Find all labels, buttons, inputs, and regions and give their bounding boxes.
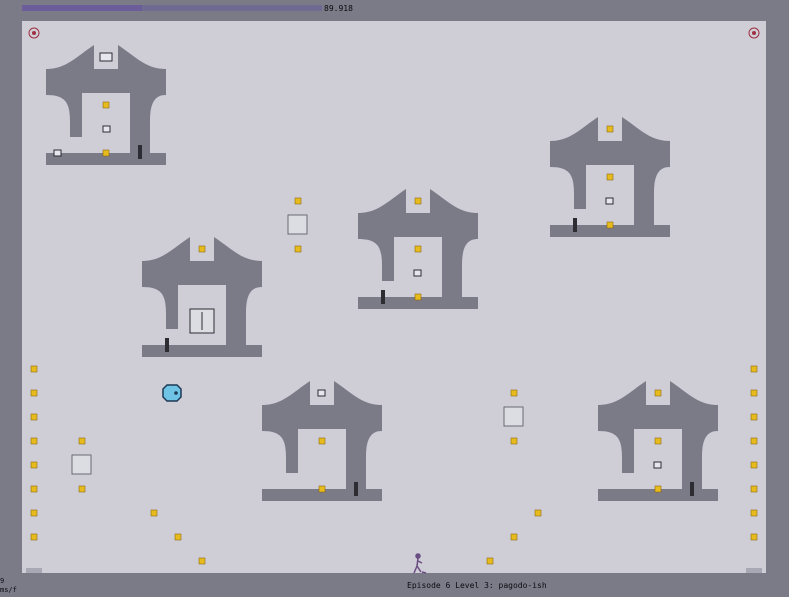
gold-icon [198, 245, 206, 253]
gold-icon [750, 365, 758, 373]
mine-icon [102, 125, 111, 133]
gold-icon [174, 533, 182, 541]
door-switch [381, 290, 385, 304]
corner-emitters [28, 27, 760, 39]
gold-icon [750, 509, 758, 517]
bounce-block [287, 214, 308, 235]
gold-icon [414, 197, 422, 205]
gold-icon [750, 389, 758, 397]
gold-icon [78, 437, 86, 445]
frame-stat-unit: ms/f [0, 586, 17, 594]
gold-icon [150, 509, 158, 517]
gold-icon [318, 485, 326, 493]
gold-icon [294, 245, 302, 253]
mine-icon [605, 197, 614, 205]
gold-icon [30, 389, 38, 397]
gold-icon [30, 413, 38, 421]
gold-icon [414, 293, 422, 301]
gold-icon [30, 533, 38, 541]
gold-icon [294, 197, 302, 205]
gold-icon [198, 557, 206, 565]
door-switch [165, 338, 169, 352]
mine-icon [317, 389, 326, 397]
gold-icon [606, 173, 614, 181]
gold-icon [654, 485, 662, 493]
gold-icon [534, 509, 542, 517]
bounce-block [503, 406, 524, 427]
gold-icon [30, 509, 38, 517]
emitter-core [32, 31, 36, 35]
gold-icon [30, 437, 38, 445]
gold-icon [102, 101, 110, 109]
gold-icon [486, 557, 494, 565]
ninja-icon [413, 553, 427, 574]
mine-icon [413, 269, 422, 277]
gold-icon [606, 221, 614, 229]
gold-icon [318, 437, 326, 445]
gold-icon [510, 533, 518, 541]
launch-pad-icon [26, 568, 42, 573]
mine-icon [53, 149, 62, 157]
gold-icon [606, 125, 614, 133]
door-switch [690, 482, 694, 496]
gold-icon [30, 485, 38, 493]
door-switch [354, 482, 358, 496]
door-switch [573, 218, 577, 232]
gold-icon [654, 437, 662, 445]
gauss-turret-icon [99, 52, 113, 62]
gold-icon [750, 437, 758, 445]
gold-icon [750, 485, 758, 493]
emitter-core [752, 31, 756, 35]
gold-icon [78, 485, 86, 493]
gold-icon [30, 365, 38, 373]
mine-icon [653, 461, 662, 469]
gold-icon [750, 533, 758, 541]
bounce-block [71, 454, 92, 475]
gold-icon [510, 437, 518, 445]
door-switch [138, 145, 142, 159]
gold-icon [102, 149, 110, 157]
gold-icon [654, 389, 662, 397]
level-geometry [26, 27, 762, 574]
gold-icon [750, 461, 758, 469]
zap-drone-icon [162, 384, 182, 402]
gold-icon [510, 389, 518, 397]
gold-icon [750, 413, 758, 421]
gold-icon [414, 245, 422, 253]
level-title: Episode 6 Level 3: pagodo-ish [407, 581, 547, 590]
pagoda-mid-left [142, 237, 262, 357]
gold-icon [30, 461, 38, 469]
launch-pad-icon [746, 568, 762, 573]
frame-stat-value: 9 [0, 577, 5, 585]
